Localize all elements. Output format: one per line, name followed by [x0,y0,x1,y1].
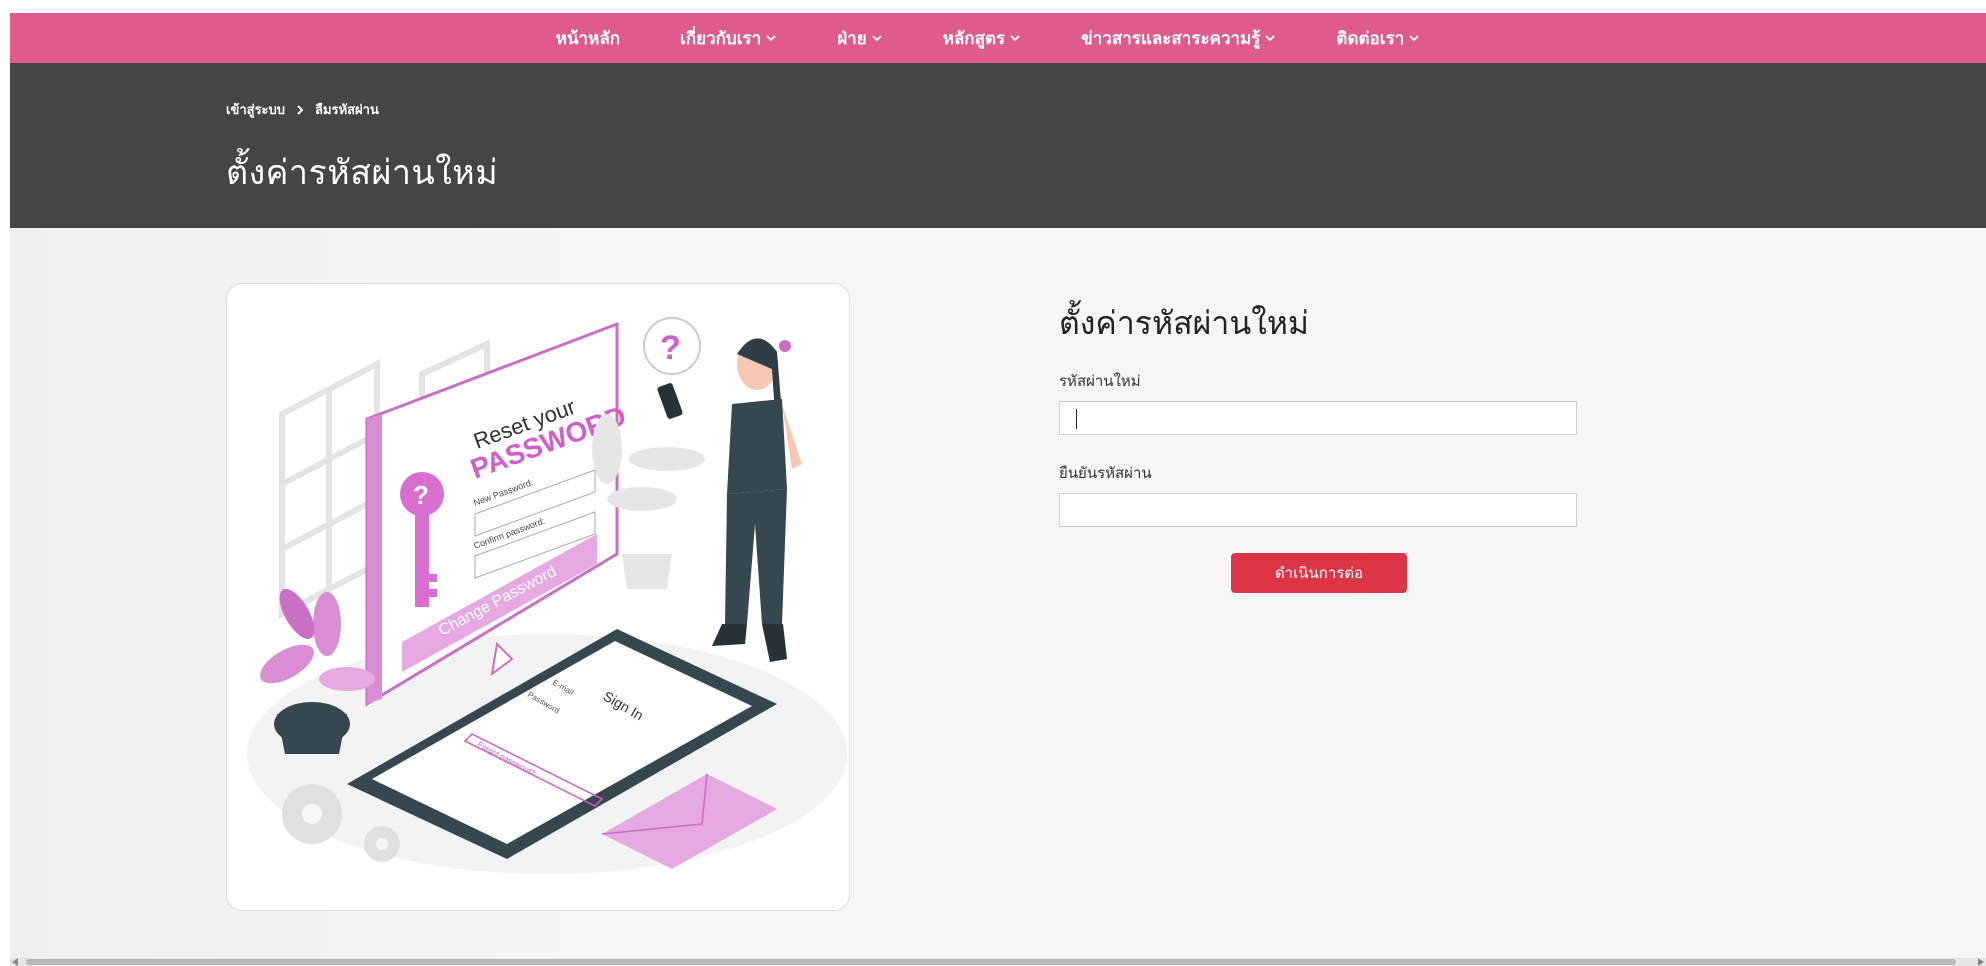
nav-item-contact[interactable]: ติดต่อเรา [1336,25,1420,52]
confirm-password-field-wrap [1059,493,1577,527]
main-content: Reset your PASSWORD New Password: Confir… [10,228,1986,958]
scrollbar-thumb[interactable] [26,959,1956,965]
new-password-input[interactable] [1060,402,1576,434]
bubble-question-mark: ? [660,329,681,367]
nav-item-label: ข่าวสารและสาระความรู้ [1081,28,1261,49]
horizontal-scrollbar[interactable] [10,958,1986,966]
page-title: ตั้งค่ารหัสผ่านใหม่ [226,153,499,193]
form-title: ตั้งค่ารหัสผ่านใหม่ [1059,304,1309,342]
nav-item-home[interactable]: หน้าหลัก [556,25,620,52]
nav-item-departments[interactable]: ฝ่าย [837,25,882,52]
nav-item-courses[interactable]: หลักสูตร [943,25,1021,52]
continue-button[interactable]: ดำเนินการต่อ [1231,553,1407,593]
chevron-down-icon [1010,35,1020,42]
breadcrumb: เข้าสู่ระบบ ลืมรหัสผ่าน [226,99,379,120]
nav-item-about[interactable]: เกี่ยวกับเรา [680,25,777,52]
nav-item-label: เกี่ยวกับเรา [680,28,762,49]
nav-item-news[interactable]: ข่าวสารและสาระความรู้ [1081,25,1276,52]
confirm-password-input[interactable] [1060,494,1576,526]
confirm-password-label: ยืนยันรหัสผ่าน [1059,464,1152,482]
breadcrumb-current: ลืมรหัสผ่าน [315,103,379,118]
text-caret [1076,409,1077,429]
top-navigation: หน้าหลัก เกี่ยวกับเรา ฝ่าย หลักสูตร ข่าว… [10,13,1986,63]
nav-item-label: ติดต่อเรา [1336,28,1405,49]
scroll-right-icon[interactable] [1978,958,1984,966]
key-question-mark: ? [413,480,429,510]
chevron-down-icon [1265,35,1276,42]
nav-item-label: หน้าหลัก [555,28,621,49]
illustration-card: Reset your PASSWORD New Password: Confir… [226,283,850,911]
chevron-down-icon [872,35,882,42]
chevron-down-icon [766,35,776,42]
woman-figure [657,338,802,662]
nav-item-label: ฝ่าย [837,28,867,49]
chevron-right-icon [297,104,304,115]
plant-right [592,414,705,589]
reset-password-illustration: Reset your PASSWORD New Password: Confir… [247,317,847,874]
scroll-left-icon[interactable] [12,958,18,966]
reset-password-form: ตั้งค่ารหัสผ่านใหม่ รหัสผ่านใหม่ ยืนยันร… [1059,298,1579,593]
chevron-down-icon [1409,35,1419,42]
new-password-label: รหัสผ่านใหม่ [1059,372,1141,390]
nav-item-label: หลักสูตร [942,28,1006,49]
page-header: เข้าสู่ระบบ ลืมรหัสผ่าน ตั้งค่ารหัสผ่านใ… [10,63,1986,228]
question-bubble-icon: ? [643,317,701,375]
new-password-field-wrap [1059,401,1577,435]
breadcrumb-login-link[interactable]: เข้าสู่ระบบ [226,99,285,120]
